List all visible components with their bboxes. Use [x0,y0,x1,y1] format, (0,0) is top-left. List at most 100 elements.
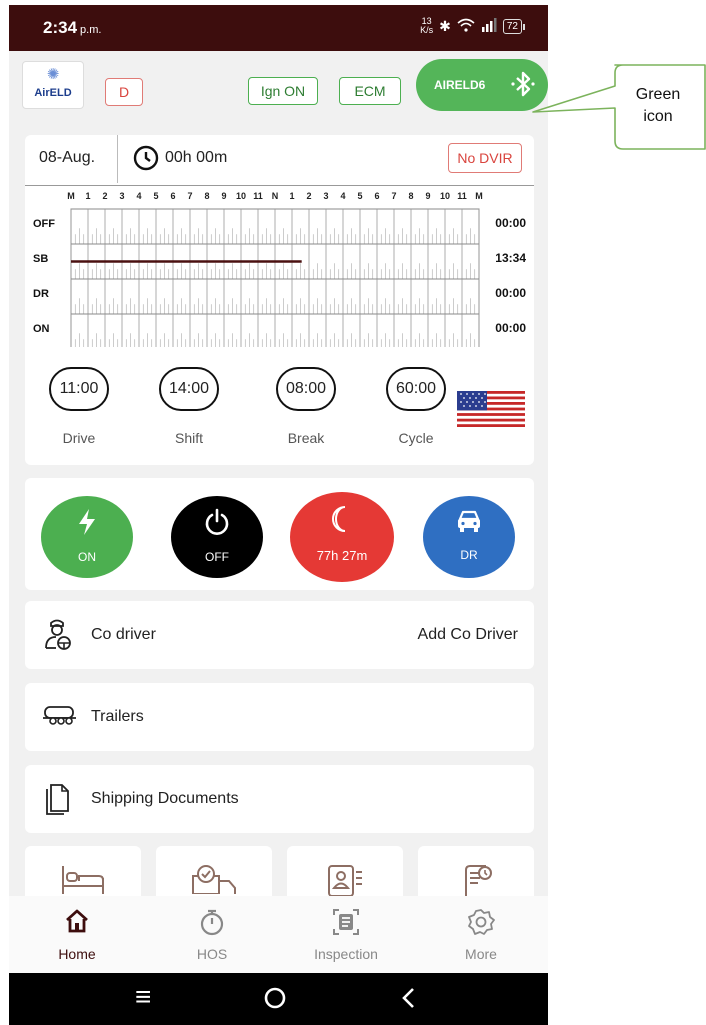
hour-label: 2 [306,191,311,201]
timer-label: Shift [174,430,203,446]
bluetooth-status-icon: ✱ [439,17,451,34]
eld-device-button[interactable]: AIRELD6 [416,59,548,111]
status-drive-button[interactable]: DR [423,496,515,578]
nav-home[interactable]: Home [27,896,127,962]
bottom-navigation: Home HOS Inspection More [9,896,548,973]
battery-icon: 72 [502,18,526,34]
shipping-documents-row[interactable]: Shipping Documents [25,765,534,833]
no-dvir-button[interactable]: No DVIR [448,143,522,173]
signal-icon [481,17,497,35]
timer-value: 60:00 [386,367,446,411]
nav-label: More [465,946,497,962]
timer-break: 08:00 Break [276,367,336,446]
trailers-label: Trailers [91,708,144,725]
system-navigation-bar: ≡ [9,973,548,1025]
recent-apps-icon[interactable]: ≡ [135,981,151,1013]
inspection-icon [296,908,396,938]
row-label: OFF [33,218,55,230]
timer-value: 08:00 [276,367,336,411]
callout-text: Green icon [635,86,681,125]
status-label: DR [460,548,478,562]
hour-label: 9 [425,191,430,201]
car-icon [423,508,515,540]
hour-label: 8 [408,191,413,201]
us-flag-icon [457,391,525,432]
ecm-badge[interactable]: ECM [339,77,401,105]
nav-more[interactable]: More [431,896,531,962]
net-speed: 13 K/s [420,16,434,35]
timer-label: Break [287,430,325,446]
duty-status-badge[interactable]: D [105,78,143,106]
hour-label: 7 [187,191,192,201]
app-logo: ✺ AirELD [22,61,84,109]
trailer-icon [42,699,78,734]
hour-label: 8 [204,191,209,201]
hour-label: 2 [102,191,107,201]
hour-label: 5 [153,191,158,201]
divider [25,185,534,186]
status-sleeper-button[interactable]: 77h 27m [290,492,394,582]
documents-icon [42,781,72,820]
hour-label: N [272,191,279,201]
gear-icon [431,908,531,938]
row-label: ON [33,323,50,335]
back-icon[interactable] [399,985,417,1017]
hour-label: M [475,191,483,201]
hour-label: 1 [85,191,90,201]
hour-label: 3 [323,191,328,201]
status-label: 77h 27m [316,548,368,563]
power-icon [171,508,263,542]
daily-log-card: 08-Aug. 00h 00m No DVIR M 1 2 3 4 5 6 7 8 9 10 11 N 1… [25,135,534,465]
ignition-badge[interactable]: Ign ON [248,77,318,105]
hour-label: 11 [457,191,467,201]
timer-value: 11:00 [49,367,109,411]
timer-shift: 14:00 Shift [159,367,219,446]
app-header: ✺ AirELD D Ign ON ECM AIRELD6 [9,51,548,125]
timer-row: 11:00 Drive 14:00 Shift 08:00 Break 60:0… [25,367,534,457]
status-bar: 2:34 p.m. 13 K/s ✱ 72 [9,5,548,51]
trailers-row[interactable]: Trailers [25,683,534,751]
hour-label: 10 [440,191,450,201]
hour-label: 9 [221,191,226,201]
divider [117,135,118,183]
status-on-button[interactable]: ON [41,496,133,578]
phone-screen: 2:34 p.m. 13 K/s ✱ 72 ✺ AirELD D Ign ON EC… [9,5,548,1025]
hour-label: 5 [357,191,362,201]
home-circle-icon[interactable] [263,985,287,1017]
nav-label: Home [58,946,96,962]
row-label: DR [33,288,49,300]
hour-label: 7 [391,191,396,201]
row-label: SB [33,253,48,265]
hour-label: 3 [119,191,124,201]
co-driver-row[interactable]: Co driver Add Co Driver [25,601,534,669]
stopwatch-icon [162,908,262,938]
lightning-icon [41,508,133,542]
co-driver-icon [42,617,74,656]
logo-mark-icon: ✺ [46,66,60,83]
hour-label: 4 [340,191,345,201]
shipping-label: Shipping Documents [91,790,239,807]
row-total: 00:00 [495,286,526,300]
row-total: 00:00 [495,321,526,335]
wifi-icon [457,18,475,35]
nav-label: HOS [196,946,228,962]
timer-label: Drive [62,430,96,446]
status-off-button[interactable]: OFF [171,496,263,578]
hour-label: 6 [170,191,175,201]
nav-hos[interactable]: HOS [162,896,262,962]
status-label: OFF [205,550,229,564]
add-co-driver-link[interactable]: Add Co Driver [418,626,518,644]
timer-value: 14:00 [159,367,219,411]
log-date: 08-Aug. [39,149,96,166]
co-driver-label: Co driver [91,626,156,643]
hour-label: 1 [289,191,294,201]
status-icons: 13 K/s ✱ 72 [420,16,526,35]
nav-inspection[interactable]: Inspection [296,896,396,962]
row-total: 00:00 [495,216,526,230]
nav-label: Inspection [314,946,378,962]
clock-icon [133,145,159,176]
hour-label: 4 [136,191,141,201]
hour-label: 10 [236,191,246,201]
home-icon [27,908,127,938]
duty-status-card: ON OFF 77h 27m DR [25,478,534,590]
